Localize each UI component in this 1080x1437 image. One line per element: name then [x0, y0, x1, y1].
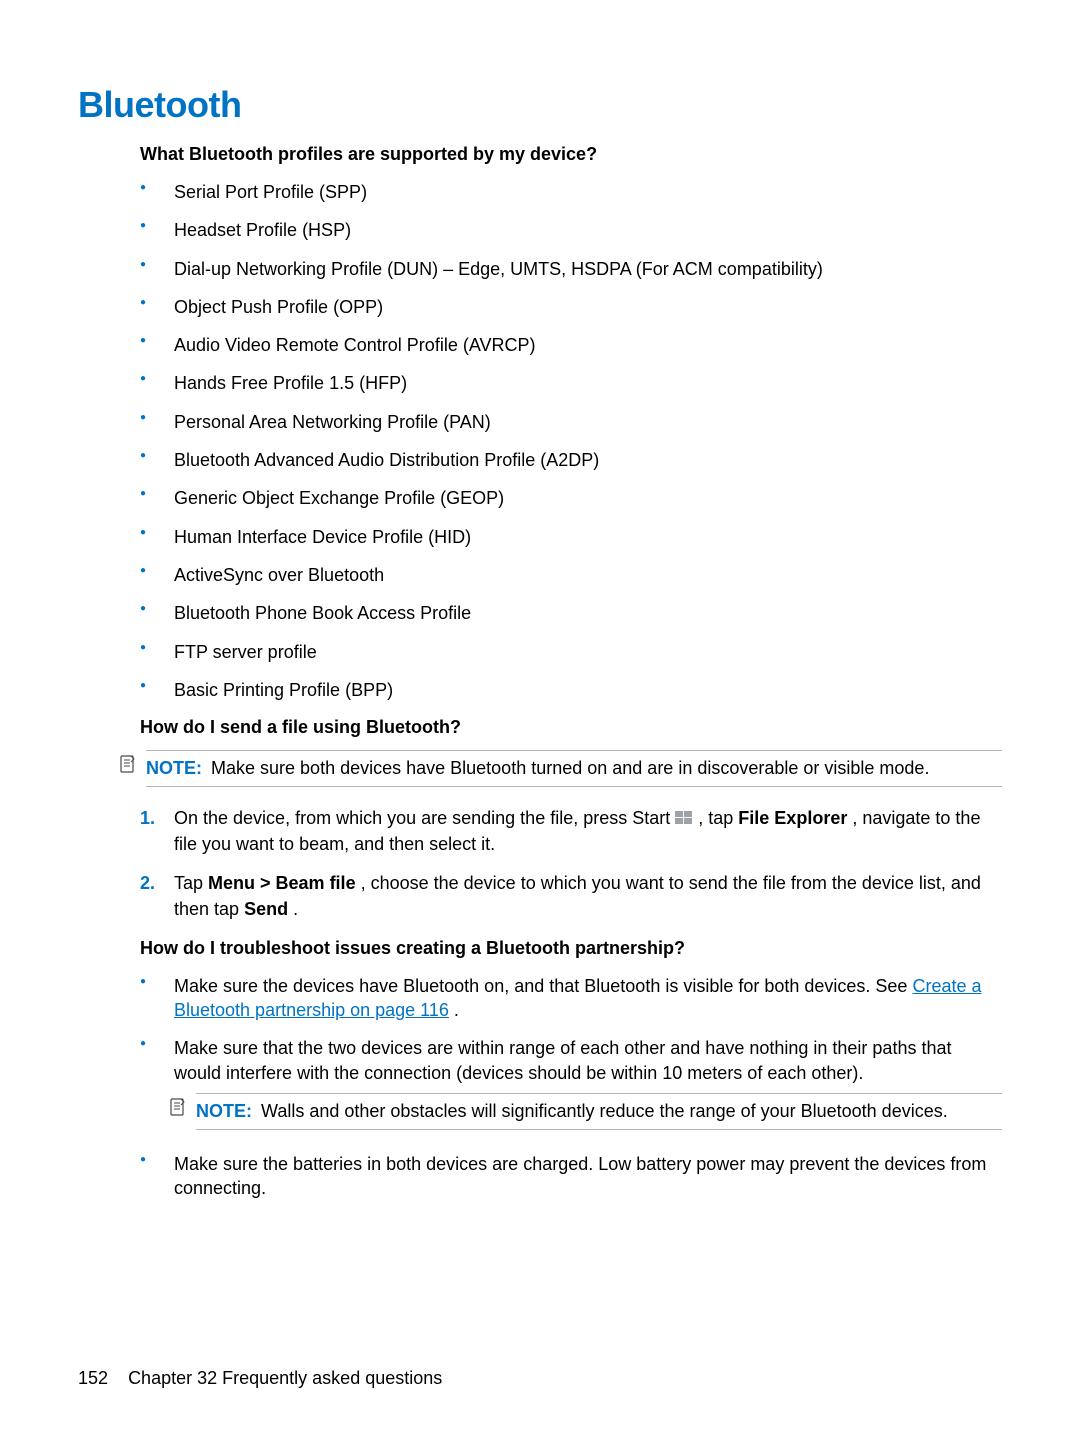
page-number: 152 — [78, 1368, 108, 1388]
question-1-heading: What Bluetooth profiles are supported by… — [140, 144, 1002, 165]
steps-list: On the device, from which you are sendin… — [140, 799, 1002, 927]
note-label: NOTE: — [196, 1101, 256, 1121]
chapter-label: Chapter 32 Frequently asked questions — [128, 1368, 442, 1388]
page-container: Bluetooth What Bluetooth profiles are su… — [0, 0, 1080, 1437]
step-text: . — [293, 899, 298, 919]
item-text: Make sure the devices have Bluetooth on,… — [174, 976, 912, 996]
content-body: What Bluetooth profiles are supported by… — [140, 144, 1002, 738]
question-3-heading: How do I troubleshoot issues creating a … — [140, 938, 1002, 959]
step-text: On the device, from which you are sendin… — [174, 808, 675, 828]
list-item: Generic Object Exchange Profile (GEOP) — [140, 479, 1002, 517]
troubleshoot-list: Make sure the devices have Bluetooth on,… — [140, 967, 1002, 1208]
note-text: Make sure both devices have Bluetooth tu… — [211, 758, 929, 778]
ui-label-file-explorer: File Explorer — [738, 808, 847, 828]
section-title: Bluetooth — [78, 84, 1002, 126]
page-footer: 152 Chapter 32 Frequently asked question… — [78, 1368, 442, 1389]
list-item: Basic Printing Profile (BPP) — [140, 671, 1002, 709]
list-item: Headset Profile (HSP) — [140, 211, 1002, 249]
note-icon — [168, 1097, 188, 1117]
list-item: Object Push Profile (OPP) — [140, 288, 1002, 326]
step-2: Tap Menu > Beam file , choose the device… — [140, 864, 1002, 928]
note-callout-nested: NOTE: Walls and other obstacles will sig… — [168, 1093, 1002, 1130]
note-text: Walls and other obstacles will significa… — [261, 1101, 948, 1121]
note-icon — [118, 754, 138, 774]
note-label: NOTE: — [146, 758, 206, 778]
list-item: Personal Area Networking Profile (PAN) — [140, 403, 1002, 441]
list-item: Hands Free Profile 1.5 (HFP) — [140, 364, 1002, 402]
steps-container: On the device, from which you are sendin… — [140, 799, 1002, 1207]
list-item: Make sure that the two devices are withi… — [140, 1029, 1002, 1145]
list-item: Make sure the batteries in both devices … — [140, 1145, 1002, 1208]
note-callout: NOTE: Make sure both devices have Blueto… — [118, 750, 1002, 787]
profiles-list: Serial Port Profile (SPP) Headset Profil… — [140, 173, 1002, 709]
list-item: Human Interface Device Profile (HID) — [140, 518, 1002, 556]
ui-label-menu-beam: Menu > Beam file — [208, 873, 356, 893]
list-item: FTP server profile — [140, 633, 1002, 671]
list-item: Serial Port Profile (SPP) — [140, 173, 1002, 211]
list-item: Bluetooth Phone Book Access Profile — [140, 594, 1002, 632]
note-box: NOTE: Walls and other obstacles will sig… — [196, 1093, 1002, 1130]
list-item: Audio Video Remote Control Profile (AVRC… — [140, 326, 1002, 364]
list-item: Bluetooth Advanced Audio Distribution Pr… — [140, 441, 1002, 479]
item-text: . — [454, 1000, 459, 1020]
windows-start-icon — [675, 806, 693, 820]
item-text: Make sure that the two devices are withi… — [174, 1038, 951, 1082]
list-item: Dial-up Networking Profile (DUN) – Edge,… — [140, 250, 1002, 288]
list-item: ActiveSync over Bluetooth — [140, 556, 1002, 594]
note-box: NOTE: Make sure both devices have Blueto… — [146, 750, 1002, 787]
step-1: On the device, from which you are sendin… — [140, 799, 1002, 863]
list-item: Make sure the devices have Bluetooth on,… — [140, 967, 1002, 1030]
question-2-heading: How do I send a file using Bluetooth? — [140, 717, 1002, 738]
ui-label-send: Send — [244, 899, 288, 919]
step-text: , tap — [698, 808, 738, 828]
step-text: Tap — [174, 873, 208, 893]
